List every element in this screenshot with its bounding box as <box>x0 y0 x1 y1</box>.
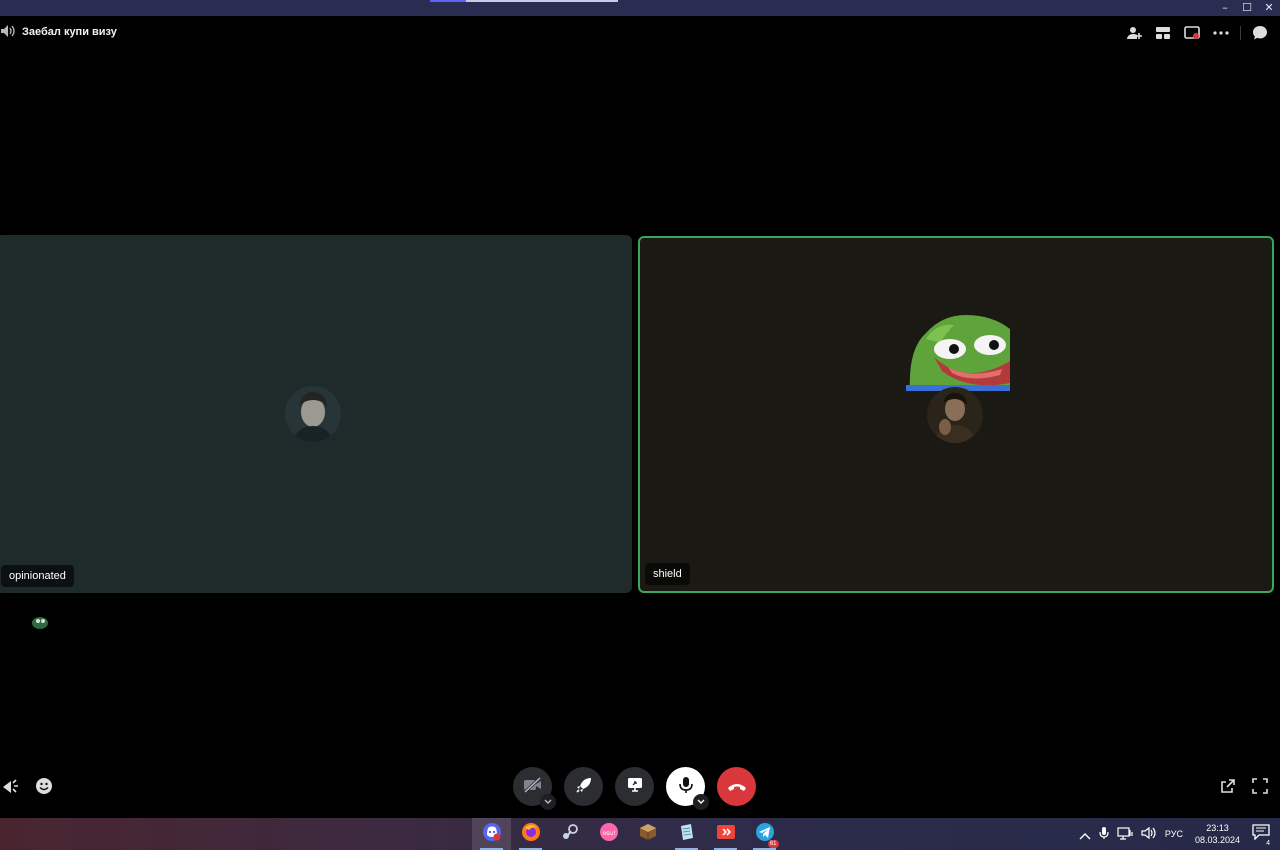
system-tray: РУС 23:13 08.03.2024 4 <box>1079 818 1280 850</box>
telegram-icon: 61 <box>755 822 779 848</box>
taskbar: osu! 61 РУС 23:13 08.03.2024 4 <box>0 818 1280 850</box>
call-controls <box>513 767 756 810</box>
clock[interactable]: 23:13 08.03.2024 <box>1195 822 1240 846</box>
titlebar-highlight <box>466 0 618 2</box>
camera-toggle-button[interactable] <box>513 767 556 810</box>
svg-text:osu!: osu! <box>602 830 615 837</box>
taskbar-discord[interactable] <box>472 818 511 850</box>
call-title: Заебал купи визу <box>22 26 117 38</box>
taskbar-osu[interactable]: osu! <box>589 818 628 850</box>
camera-off-icon <box>523 776 543 797</box>
microphone-icon <box>678 776 694 798</box>
titlebar-accent <box>430 0 466 2</box>
anydesk-icon <box>716 822 736 846</box>
steam-icon <box>560 822 580 846</box>
chat-icon[interactable] <box>1250 23 1270 43</box>
minecraft-icon <box>638 822 658 846</box>
screen-share-icon <box>626 776 644 798</box>
minimize-button[interactable]: – <box>1214 0 1236 16</box>
grid-layout-icon[interactable] <box>1153 23 1173 43</box>
osu-icon: osu! <box>599 822 619 846</box>
notification-count: 4 <box>1264 840 1272 847</box>
taskbar-firefox[interactable] <box>511 818 550 850</box>
frog-emoji-reaction <box>906 309 1010 391</box>
activity-rocket-icon <box>575 776 593 798</box>
fullscreen-icon[interactable] <box>1250 776 1270 796</box>
participant-name: opinionated <box>1 565 74 587</box>
avatar <box>927 387 983 443</box>
chevron-down-icon[interactable] <box>693 794 709 810</box>
more-icon[interactable] <box>1211 23 1231 43</box>
network-icon[interactable] <box>1117 825 1133 844</box>
clock-date: 08.03.2024 <box>1194 835 1240 845</box>
popout-icon[interactable] <box>1182 23 1202 43</box>
taskbar-anydesk[interactable] <box>706 818 745 850</box>
notification-badge: 61 <box>767 840 779 848</box>
maximize-button[interactable]: ☐ <box>1236 0 1258 16</box>
bottom-left-tools <box>0 776 54 796</box>
taskbar-apps: osu! 61 <box>472 818 784 850</box>
close-button[interactable]: ✕ <box>1258 0 1280 16</box>
add-person-icon[interactable] <box>1124 23 1144 43</box>
taskbar-telegram[interactable]: 61 <box>745 818 784 850</box>
hang-up-icon <box>727 777 747 796</box>
speaker-icon <box>0 23 16 42</box>
taskbar-notes[interactable] <box>667 818 706 850</box>
toolbar-divider <box>1240 26 1241 40</box>
notes-icon <box>677 822 697 846</box>
taskbar-steam[interactable] <box>550 818 589 850</box>
window-titlebar: – ☐ ✕ <box>0 0 1280 16</box>
participant-name: shield <box>645 563 690 585</box>
language-indicator[interactable]: РУС <box>1165 829 1183 839</box>
hang-up-button[interactable] <box>717 767 756 806</box>
chevron-down-icon[interactable] <box>540 794 556 810</box>
microphone-button[interactable] <box>666 767 709 810</box>
microphone-tray-icon[interactable] <box>1099 825 1109 844</box>
participant-tile[interactable]: opinionated <box>0 235 632 593</box>
activity-button[interactable] <box>564 767 603 806</box>
avatar <box>285 386 341 442</box>
firefox-icon <box>521 822 541 846</box>
popout-window-icon[interactable] <box>1218 776 1238 796</box>
screen-share-button[interactable] <box>615 767 654 806</box>
participant-tile-speaking[interactable]: shield <box>638 236 1274 593</box>
emoji-icon[interactable] <box>34 776 54 796</box>
clock-time: 23:13 <box>1206 823 1229 833</box>
bottom-right-tools <box>1218 776 1270 796</box>
notification-center-icon[interactable]: 4 <box>1252 824 1272 847</box>
call-header: Заебал купи визу <box>0 22 117 42</box>
soundboard-icon[interactable] <box>0 776 20 796</box>
taskbar-minecraft[interactable] <box>628 818 667 850</box>
volume-icon[interactable] <box>1141 825 1157 844</box>
chevron-up-icon[interactable] <box>1079 825 1091 844</box>
call-toolbar <box>1124 22 1270 44</box>
spectator-avatar[interactable] <box>32 614 48 630</box>
discord-icon <box>482 822 502 846</box>
